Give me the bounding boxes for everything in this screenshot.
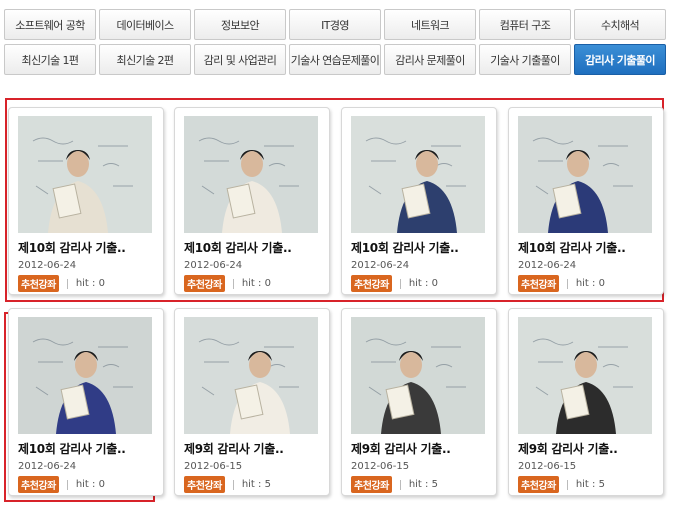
lecture-card[interactable]: 제9회 감리사 기출.. 2012-06-15 추천강좌 hit : 5 — [341, 308, 497, 496]
lecture-title[interactable]: 제10회 감리사 기출.. — [184, 239, 326, 256]
video-thumbnail[interactable] — [351, 116, 485, 233]
lecture-date: 2012-06-24 — [351, 260, 410, 271]
hit-count: hit : 0 — [408, 278, 438, 289]
tab-latest-tech-1[interactable]: 최신기술 1편 — [4, 44, 96, 75]
recommended-badge: 추천강좌 — [351, 476, 392, 493]
lecture-card[interactable]: 제9회 감리사 기출.. 2012-06-15 추천강좌 hit : 5 — [508, 308, 664, 496]
meta-divider — [399, 278, 401, 289]
recommended-badge: 추천강좌 — [18, 476, 59, 493]
hit-count: hit : 5 — [408, 479, 438, 490]
tab-row-1: 소프트웨어 공학 데이터베이스 정보보안 IT경영 네트워크 컴퓨터 구조 수치… — [4, 9, 668, 40]
lecture-date: 2012-06-24 — [18, 260, 77, 271]
recommended-badge: 추천강좌 — [184, 275, 225, 292]
video-thumbnail[interactable] — [18, 317, 152, 434]
lecture-meta: 추천강좌 hit : 5 — [518, 476, 605, 493]
lecture-card[interactable]: 제10회 감리사 기출.. 2012-06-24 추천강좌 hit : 0 — [8, 107, 164, 295]
lecture-meta: 추천강좌 hit : 0 — [184, 275, 271, 292]
lecture-date: 2012-06-24 — [184, 260, 243, 271]
tab-security[interactable]: 정보보안 — [194, 9, 286, 40]
recommended-badge: 추천강좌 — [518, 275, 559, 292]
meta-divider — [399, 479, 401, 490]
video-thumbnail[interactable] — [18, 116, 152, 233]
meta-divider — [66, 479, 68, 490]
lecture-meta: 추천강좌 hit : 5 — [351, 476, 438, 493]
lecture-date: 2012-06-24 — [18, 461, 77, 472]
video-thumbnail[interactable] — [184, 317, 318, 434]
lecture-meta: 추천강좌 hit : 5 — [184, 476, 271, 493]
tab-database[interactable]: 데이터베이스 — [99, 9, 191, 40]
meta-divider — [566, 479, 568, 490]
lecture-date: 2012-06-15 — [518, 461, 577, 472]
lecture-title[interactable]: 제9회 감리사 기출.. — [518, 440, 660, 457]
tab-auditor-past-exams[interactable]: 감리사 기출풀이 — [574, 44, 666, 75]
lecture-card[interactable]: 제10회 감리사 기출.. 2012-06-24 추천강좌 hit : 0 — [341, 107, 497, 295]
meta-divider — [232, 278, 234, 289]
video-thumbnail[interactable] — [518, 317, 652, 434]
lecture-meta: 추천강좌 hit : 0 — [18, 476, 105, 493]
tab-computer-architecture[interactable]: 컴퓨터 구조 — [479, 9, 571, 40]
tab-audit-management[interactable]: 감리 및 사업관리 — [194, 44, 286, 75]
hit-count: hit : 5 — [241, 479, 271, 490]
video-thumbnail[interactable] — [351, 317, 485, 434]
lecture-title[interactable]: 제10회 감리사 기출.. — [18, 239, 160, 256]
category-tabs: 소프트웨어 공학 데이터베이스 정보보안 IT경영 네트워크 컴퓨터 구조 수치… — [4, 9, 668, 79]
lecture-date: 2012-06-15 — [351, 461, 410, 472]
tab-it-management[interactable]: IT경영 — [289, 9, 381, 40]
hit-count: hit : 0 — [575, 278, 605, 289]
recommended-badge: 추천강좌 — [351, 275, 392, 292]
video-thumbnail[interactable] — [184, 116, 318, 233]
lecture-card[interactable]: 제9회 감리사 기출.. 2012-06-15 추천강좌 hit : 5 — [174, 308, 330, 496]
lecture-date: 2012-06-24 — [518, 260, 577, 271]
lecture-title[interactable]: 제9회 감리사 기출.. — [184, 440, 326, 457]
video-thumbnail[interactable] — [518, 116, 652, 233]
tab-engineer-practice[interactable]: 기술사 연습문제풀이 — [289, 44, 381, 75]
meta-divider — [66, 278, 68, 289]
lecture-meta: 추천강좌 hit : 0 — [518, 275, 605, 292]
recommended-badge: 추천강좌 — [18, 275, 59, 292]
lecture-meta: 추천강좌 hit : 0 — [351, 275, 438, 292]
meta-divider — [232, 479, 234, 490]
lecture-meta: 추천강좌 hit : 0 — [18, 275, 105, 292]
recommended-badge: 추천강좌 — [518, 476, 559, 493]
lecture-card[interactable]: 제10회 감리사 기출.. 2012-06-24 추천강좌 hit : 0 — [508, 107, 664, 295]
tab-row-2: 최신기술 1편 최신기술 2편 감리 및 사업관리 기술사 연습문제풀이 감리사… — [4, 44, 668, 75]
tab-numerical-analysis[interactable]: 수치해석 — [574, 9, 666, 40]
lecture-title[interactable]: 제9회 감리사 기출.. — [351, 440, 493, 457]
tab-auditor-problems[interactable]: 감리사 문제풀이 — [384, 44, 476, 75]
lecture-title[interactable]: 제10회 감리사 기출.. — [518, 239, 660, 256]
lecture-title[interactable]: 제10회 감리사 기출.. — [351, 239, 493, 256]
tab-latest-tech-2[interactable]: 최신기술 2편 — [99, 44, 191, 75]
tab-software-engineering[interactable]: 소프트웨어 공학 — [4, 9, 96, 40]
hit-count: hit : 0 — [75, 479, 105, 490]
lecture-date: 2012-06-15 — [184, 461, 243, 472]
hit-count: hit : 0 — [75, 278, 105, 289]
meta-divider — [566, 278, 568, 289]
tab-network[interactable]: 네트워크 — [384, 9, 476, 40]
hit-count: hit : 0 — [241, 278, 271, 289]
lecture-title[interactable]: 제10회 감리사 기출.. — [18, 440, 160, 457]
lecture-card[interactable]: 제10회 감리사 기출.. 2012-06-24 추천강좌 hit : 0 — [8, 308, 164, 496]
hit-count: hit : 5 — [575, 479, 605, 490]
lecture-card[interactable]: 제10회 감리사 기출.. 2012-06-24 추천강좌 hit : 0 — [174, 107, 330, 295]
recommended-badge: 추천강좌 — [184, 476, 225, 493]
tab-engineer-past-exams[interactable]: 기술사 기출풀이 — [479, 44, 571, 75]
